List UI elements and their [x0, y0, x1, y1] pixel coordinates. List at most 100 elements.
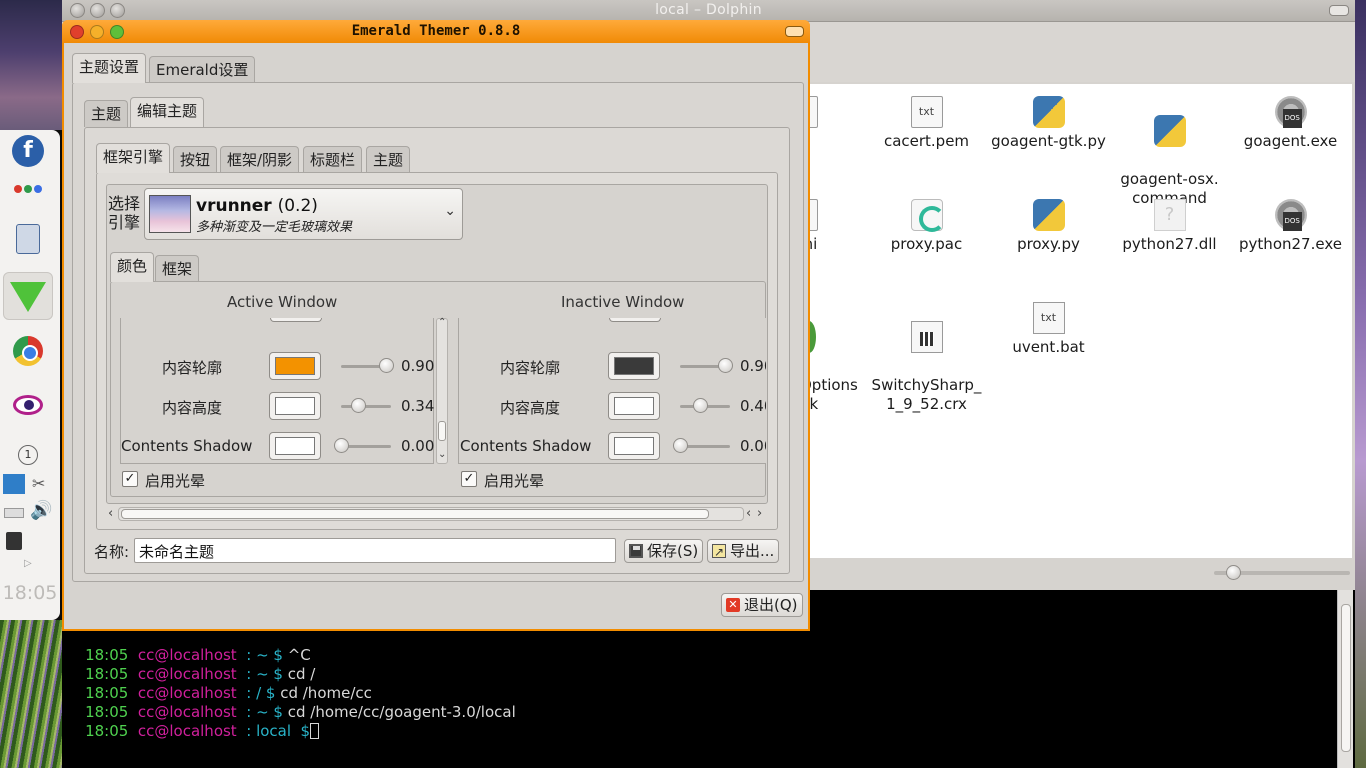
content-outline-value: 0.90: [401, 357, 435, 375]
active-glow-checkbox[interactable]: ✓: [122, 471, 138, 487]
file-item[interactable]: txt uvent.bat: [988, 302, 1109, 357]
horizontal-scrollbar[interactable]: [118, 507, 744, 521]
theme-name-input[interactable]: 未命名主题: [134, 538, 616, 563]
file-item[interactable]: goagent-osx. command: [1109, 96, 1230, 208]
dolphin-shade-button[interactable]: [1329, 5, 1349, 16]
active-glow-label: 启用光晕: [145, 472, 206, 490]
volume-icon[interactable]: 🔊: [30, 500, 52, 521]
network-icon[interactable]: [3, 474, 25, 494]
file-label: SwitchySharp_ 1_9_52.crx: [871, 376, 982, 413]
colored-dots-icon: [14, 185, 42, 193]
content-outline-color-button[interactable]: [269, 352, 321, 380]
dock-item-fedora[interactable]: f: [11, 134, 45, 168]
inactive-window-title: Inactive Window: [561, 293, 685, 311]
wallpaper-top-left: [0, 0, 66, 130]
inactive-contents-shadow-label: Contents Shadow: [460, 437, 592, 455]
content-height-slider[interactable]: [341, 405, 391, 408]
keyboard-icon[interactable]: [4, 508, 24, 518]
scissors-icon[interactable]: ✂: [32, 474, 45, 493]
scroll-left-icon[interactable]: ‹: [108, 506, 113, 521]
horizontal-scrollbar-thumb[interactable]: [121, 509, 709, 519]
quit-button[interactable]: ✕ 退出(Q): [721, 593, 803, 617]
wallpaper-bottom-left: [0, 620, 66, 768]
contents-shadow-color-button[interactable]: [269, 432, 321, 460]
save-button-label: 保存(S): [647, 542, 699, 560]
file-label: goagent-gtk.py: [991, 132, 1106, 150]
content-outline-slider-handle[interactable]: [379, 358, 394, 373]
dock-clock: 18:05: [2, 582, 58, 604]
active-window-scrollbar-thumb[interactable]: [438, 421, 446, 441]
scroll-up-icon[interactable]: ⌃: [438, 317, 446, 328]
info-icon: 1: [18, 445, 38, 465]
scroll-left-icon[interactable]: ‹: [746, 506, 751, 521]
emerald-gem-icon: [10, 282, 46, 312]
tab-frame[interactable]: 框架: [155, 255, 200, 281]
dock-item-emerald[interactable]: [10, 280, 46, 314]
engine-select[interactable]: vrunner (0.2) 多种渐变及一定毛玻璃效果 ⌄: [144, 188, 463, 240]
inactive-content-outline-slider-handle[interactable]: [718, 358, 733, 373]
dock-item-chrome[interactable]: [11, 334, 45, 368]
expand-arrow-icon[interactable]: ▷: [24, 558, 32, 569]
emerald-titlebar[interactable]: Emerald Themer 0.8.8: [62, 20, 810, 43]
swatch-partial: [609, 318, 661, 322]
export-button[interactable]: 导出...: [707, 539, 780, 563]
file-label: python27.dll: [1122, 235, 1217, 253]
terminal-cursor: [310, 723, 320, 739]
inactive-content-height-slider-handle[interactable]: [693, 398, 708, 413]
inactive-glow-checkbox[interactable]: ✓: [461, 471, 477, 487]
wallpaper-right: [1354, 0, 1366, 768]
tab-colors[interactable]: 颜色: [110, 252, 155, 282]
dock-item-info[interactable]: 1: [11, 438, 45, 472]
tab-themes[interactable]: 主题: [84, 100, 129, 127]
dll-file-icon: ?: [1153, 199, 1186, 231]
scroll-down-icon[interactable]: ⌄: [438, 449, 446, 460]
file-item[interactable]: SwitchySharp_ 1_9_52.crx: [866, 302, 987, 414]
tab-buttons[interactable]: 按钮: [173, 146, 218, 172]
scroll-right-icon[interactable]: ›: [757, 506, 762, 521]
dock-item-eye[interactable]: [11, 388, 45, 422]
color-swatch: [614, 437, 654, 455]
contents-shadow-slider-handle[interactable]: [334, 438, 349, 453]
file-item[interactable]: goagent-gtk.py: [988, 96, 1109, 151]
tab-emerald-settings[interactable]: Emerald设置: [149, 56, 256, 82]
dolphin-titlebar[interactable]: local – Dolphin: [62, 0, 1355, 22]
dock: f 1 ✂ 🔊 ▷ 18:05: [0, 130, 60, 620]
zoom-slider-handle[interactable]: [1226, 565, 1241, 580]
executable-icon: [1274, 96, 1307, 128]
inactive-contents-shadow-slider-handle[interactable]: [673, 438, 688, 453]
file-item[interactable]: python27.exe: [1230, 199, 1351, 254]
executable-icon: [1274, 199, 1307, 231]
inactive-contents-shadow-color-button[interactable]: [608, 432, 660, 460]
active-window-title: Active Window: [227, 293, 338, 311]
active-window-scrollbar[interactable]: ⌃ ⌄: [436, 317, 448, 464]
content-height-slider-handle[interactable]: [351, 398, 366, 413]
inactive-content-height-color-button[interactable]: [608, 392, 660, 420]
engine-description: 多种渐变及一定毛玻璃效果: [196, 220, 353, 235]
terminal-scrollbar[interactable]: [1337, 590, 1353, 768]
dock-item-app-launcher[interactable]: [11, 172, 45, 206]
file-item[interactable]: ? python27.dll: [1109, 199, 1230, 254]
file-label: goagent.exe: [1243, 132, 1338, 150]
dock-item-notes[interactable]: [11, 222, 45, 256]
crx-file-icon: [910, 321, 943, 353]
save-button[interactable]: 保存(S): [624, 539, 704, 563]
swatch-partial: [270, 318, 322, 322]
tab-titlebar[interactable]: 标题栏: [303, 146, 363, 172]
tab-theme[interactable]: 主题: [366, 146, 411, 172]
tab-edit-theme[interactable]: 编辑主题: [130, 97, 205, 127]
emerald-shade-button[interactable]: [785, 26, 804, 37]
tab-theme-settings[interactable]: 主题设置: [72, 53, 147, 83]
battery-icon[interactable]: [6, 532, 22, 550]
emerald-title: Emerald Themer 0.8.8: [351, 23, 521, 39]
file-item[interactable]: proxy.pac: [866, 199, 987, 254]
content-height-color-button[interactable]: [269, 392, 321, 420]
file-item[interactable]: proxy.py: [988, 199, 1109, 254]
terminal-scrollbar-thumb[interactable]: [1341, 604, 1351, 752]
inactive-content-outline-color-button[interactable]: [608, 352, 660, 380]
tab-frame-shadow[interactable]: 框架/阴影: [220, 146, 300, 172]
file-item[interactable]: txt cacert.pem: [866, 96, 987, 151]
python-file-icon: [1153, 115, 1186, 147]
export-button-label: 导出...: [730, 542, 775, 560]
file-item[interactable]: goagent.exe: [1230, 96, 1351, 151]
tab-frame-engine[interactable]: 框架引擎: [96, 143, 171, 173]
